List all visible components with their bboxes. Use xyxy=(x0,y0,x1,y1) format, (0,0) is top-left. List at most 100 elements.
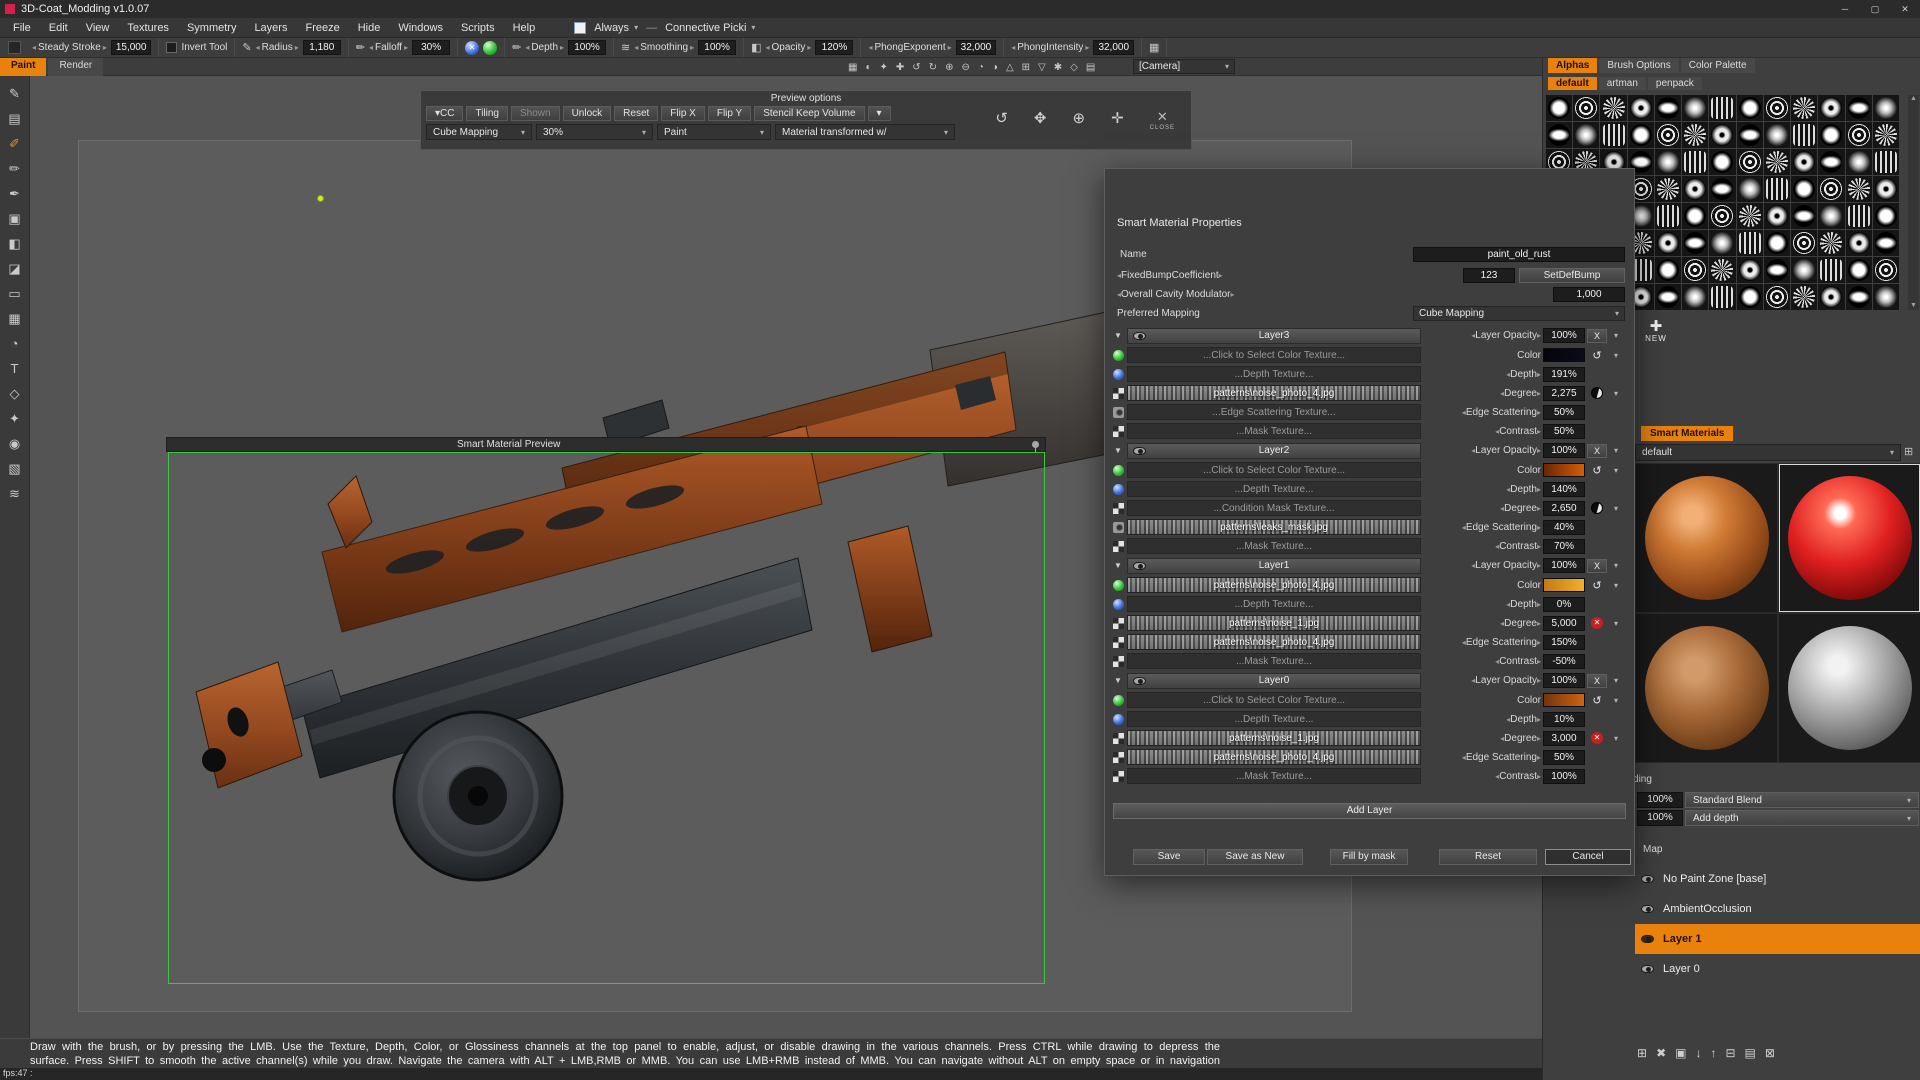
texture-slot[interactable]: ...Depth Texture... xyxy=(1127,596,1421,612)
preview-btn-flip-y[interactable]: Flip Y xyxy=(707,106,752,121)
delete-layer-icon[interactable]: ✖ xyxy=(1656,1046,1666,1060)
text-tool-icon[interactable]: T xyxy=(4,361,26,377)
curve-tool-icon[interactable]: ◔ xyxy=(4,336,26,352)
duplicate-layer-icon[interactable]: ▣ xyxy=(1675,1046,1686,1060)
edge-scattering-value[interactable]: 150% xyxy=(1543,634,1585,650)
fill-tool-icon[interactable]: ◧ xyxy=(4,236,26,252)
texture-slot[interactable]: ...Mask Texture... xyxy=(1127,538,1421,554)
menu-freeze[interactable]: Freeze xyxy=(296,22,348,34)
preferred-mapping-dropdown[interactable]: Cube Mapping ▾ xyxy=(1413,306,1625,321)
layer-options-icon[interactable]: ▤ xyxy=(1745,1046,1756,1060)
alpha-brush-thumbnail[interactable] xyxy=(1872,203,1899,229)
alpha-brush-thumbnail[interactable] xyxy=(1818,176,1845,202)
paint-layer-no-paint-zone-base[interactable]: No Paint Zone [base] xyxy=(1635,864,1920,894)
alpha-brush-thumbnail[interactable] xyxy=(1845,176,1872,202)
menu-edit[interactable]: Edit xyxy=(40,22,77,34)
undo-icon[interactable]: ↺ xyxy=(1587,579,1607,592)
preview-btn-flip-x[interactable]: Flip X xyxy=(661,106,705,121)
ortho-icon[interactable]: ▽ xyxy=(1038,62,1046,73)
alpha-brush-thumbnail[interactable] xyxy=(1654,95,1682,121)
stencil-channel-icon[interactable]: ✕ xyxy=(465,40,480,55)
add-layer-button[interactable]: Add Layer xyxy=(1113,803,1626,819)
preview-btn-shown[interactable]: Shown xyxy=(511,106,560,121)
alpha-brush-thumbnail[interactable] xyxy=(1818,122,1845,148)
preview-btn-stencil-keep-volume[interactable]: Stencil Keep Volume xyxy=(754,106,865,121)
texture-slot[interactable]: ...Mask Texture... xyxy=(1127,653,1421,669)
edge-scattering-value[interactable]: 50% xyxy=(1543,404,1585,420)
tab-smart-materials[interactable]: Smart Materials xyxy=(1641,426,1734,441)
alpha-brush-thumbnail[interactable] xyxy=(1682,257,1709,283)
alpha-brush-thumbnail[interactable] xyxy=(1709,95,1736,121)
alpha-brush-thumbnail[interactable] xyxy=(1573,95,1600,121)
color-swatch[interactable] xyxy=(1543,348,1585,362)
alpha-brush-thumbnail[interactable] xyxy=(1654,257,1682,283)
depth-value[interactable]: 191% xyxy=(1543,366,1585,382)
smoothing-value[interactable]: 100% xyxy=(698,40,737,55)
texture-slot[interactable]: ...Depth Texture... xyxy=(1127,366,1421,382)
moon-mode-icon[interactable] xyxy=(1591,387,1603,399)
eye-tool-icon[interactable]: ◉ xyxy=(4,436,26,452)
edge-scattering-value[interactable]: 50% xyxy=(1543,749,1585,765)
visibility-eye-icon[interactable] xyxy=(1641,965,1654,973)
alpha-brush-thumbnail[interactable] xyxy=(1791,257,1818,283)
alpha-brush-thumbnail[interactable] xyxy=(1818,230,1845,256)
brown-rust-material[interactable] xyxy=(1635,613,1778,763)
menu-windows[interactable]: Windows xyxy=(389,22,452,34)
menu-view[interactable]: View xyxy=(77,22,119,34)
tab-brush-options[interactable]: Brush Options xyxy=(1599,58,1679,73)
preview-btn-reset[interactable]: Reset xyxy=(614,106,659,121)
add-layer-icon[interactable]: ⊞ xyxy=(1637,1046,1647,1060)
alpha-brush-thumbnail[interactable] xyxy=(1709,203,1736,229)
grid-toggle-icon[interactable]: ▦ xyxy=(1149,41,1159,54)
pattern-tool-icon[interactable]: ▦ xyxy=(4,311,26,327)
pin-icon[interactable] xyxy=(1032,441,1039,452)
paint-layer-layer-1[interactable]: Layer 1 xyxy=(1635,924,1920,954)
zoom-out-icon[interactable]: ⊖ xyxy=(961,62,969,73)
alpha-brush-thumbnail[interactable] xyxy=(1763,230,1791,256)
close-preview-button[interactable]: ✕ CLOSE xyxy=(1150,109,1175,131)
save-as-new-button[interactable]: Save as New xyxy=(1207,849,1303,865)
alpha-brush-thumbnail[interactable] xyxy=(1573,122,1600,148)
texture-slot[interactable]: ...Click to Select Color Texture... xyxy=(1127,692,1421,708)
alpha-brush-thumbnail[interactable] xyxy=(1627,122,1654,148)
shape-tool-icon[interactable]: ◇ xyxy=(4,386,26,402)
texture-slot[interactable]: ...Depth Texture... xyxy=(1127,711,1421,727)
texture-slot[interactable]: patterns\noise_photo_4.jpg xyxy=(1127,577,1421,593)
layer-options-caret[interactable]: ▾ xyxy=(1609,676,1623,685)
gray-metal-material[interactable] xyxy=(1778,613,1920,763)
alpha-brush-thumbnail[interactable] xyxy=(1709,149,1736,175)
alpha-brush-thumbnail[interactable] xyxy=(1709,230,1736,256)
alpha-brush-thumbnail[interactable] xyxy=(1763,122,1791,148)
eraser-tool-icon[interactable]: ✏ xyxy=(4,161,26,177)
visibility-eye-icon[interactable] xyxy=(1133,331,1146,340)
preview-btn-unlock[interactable]: Unlock xyxy=(562,106,612,121)
alpha-brush-thumbnail[interactable] xyxy=(1791,95,1818,121)
alpha-brush-thumbnail[interactable] xyxy=(1682,176,1709,202)
alpha-brush-thumbnail[interactable] xyxy=(1709,176,1736,202)
alpha-brush-thumbnail[interactable] xyxy=(1791,284,1818,310)
preview-dropdown-30[interactable]: 30% ▾ xyxy=(536,124,653,140)
tab-paint[interactable]: Paint xyxy=(0,58,47,76)
texture-slot[interactable]: ...Edge Scattering Texture... xyxy=(1127,404,1421,420)
preview-dropdown-paint[interactable]: Paint ▾ xyxy=(657,124,771,140)
alpha-brush-thumbnail[interactable] xyxy=(1763,284,1791,310)
alpha-brush-thumbnail[interactable] xyxy=(1546,122,1573,148)
alpha-brush-thumbnail[interactable] xyxy=(1872,257,1899,283)
preview-more-dropdown[interactable]: ▾ xyxy=(867,106,891,121)
alpha-brush-thumbnail[interactable] xyxy=(1736,257,1763,283)
moon-mode-icon[interactable] xyxy=(1591,502,1603,514)
radius-value[interactable]: 1,180 xyxy=(302,40,341,55)
alpha-brush-thumbnail[interactable] xyxy=(1546,95,1573,121)
texture-slot[interactable]: patterns\noise_photo_4.jpg xyxy=(1127,749,1421,765)
degree-value[interactable]: 2,650 xyxy=(1543,500,1585,516)
alpha-brush-thumbnail[interactable] xyxy=(1682,230,1709,256)
pencil-tool-icon[interactable]: ✎ xyxy=(4,86,26,102)
alpha-brush-thumbnail[interactable] xyxy=(1682,95,1709,121)
rotate-right-icon[interactable]: ◑ xyxy=(992,62,998,73)
visibility-eye-icon[interactable] xyxy=(1133,561,1146,570)
undo-icon[interactable]: ↺ xyxy=(1587,464,1607,477)
select-tool-icon[interactable]: ▭ xyxy=(4,286,26,302)
alpha-brush-thumbnail[interactable] xyxy=(1654,122,1682,148)
layer-opacity-value[interactable]: 100% xyxy=(1543,443,1585,458)
alpha-brush-thumbnail[interactable] xyxy=(1654,230,1682,256)
